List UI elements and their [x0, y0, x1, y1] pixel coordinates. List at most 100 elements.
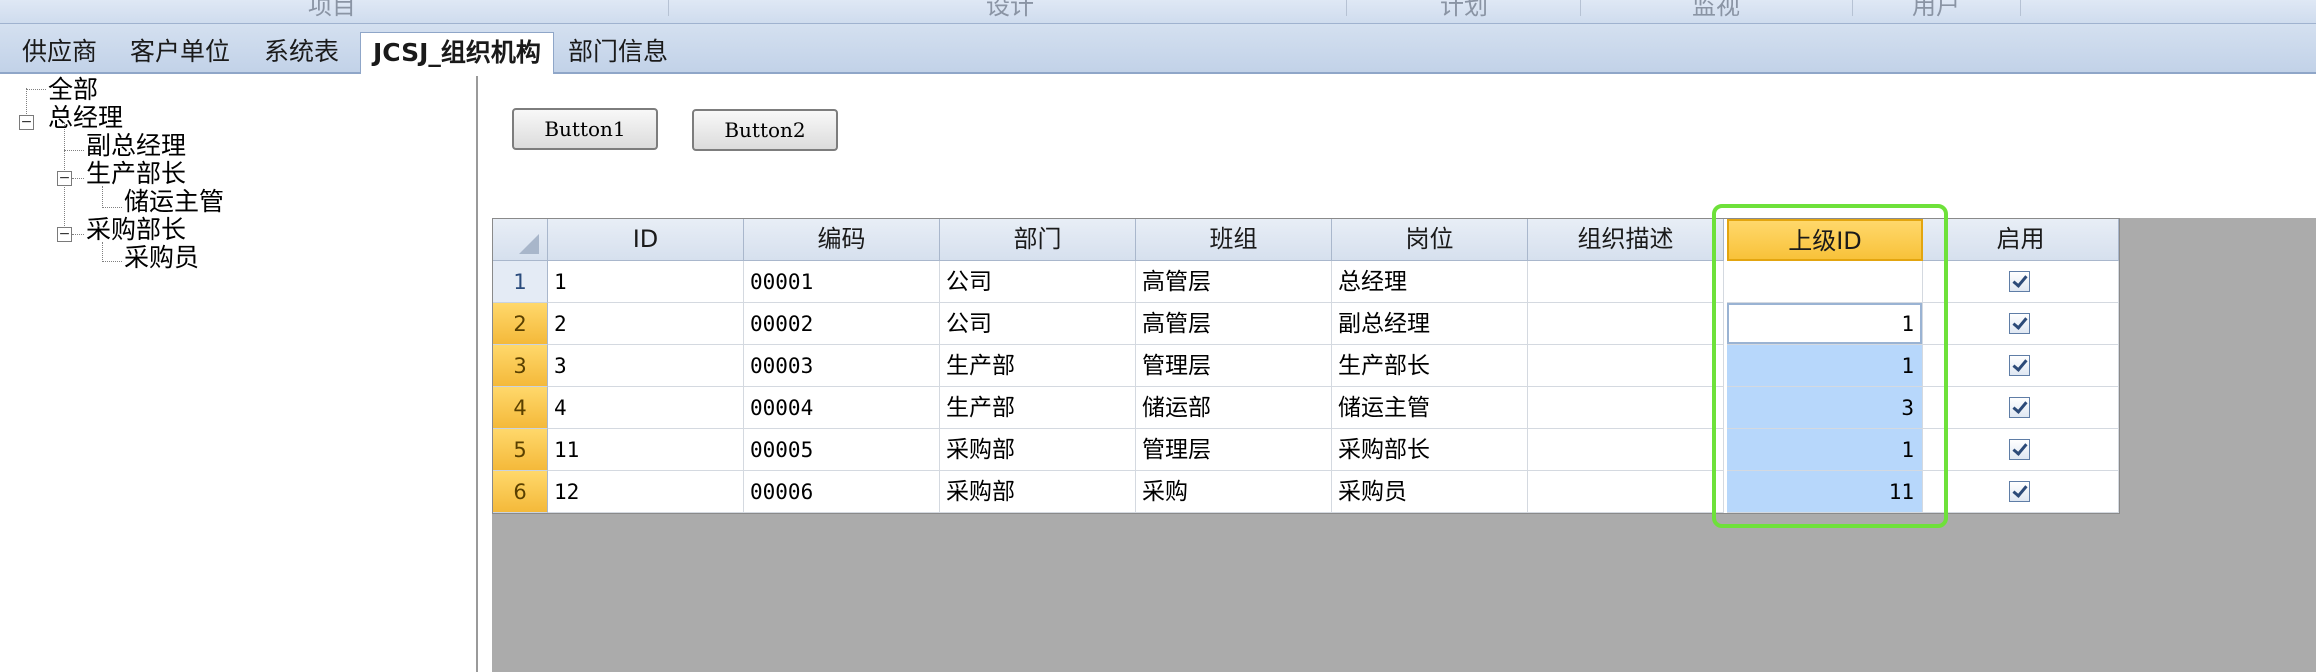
tree-node-all[interactable]: 全部: [48, 76, 98, 104]
tree-node-deputy-manager[interactable]: 副总经理: [86, 132, 186, 160]
cell-description[interactable]: [1528, 471, 1724, 513]
cell-code[interactable]: 00004: [744, 387, 940, 429]
cell-enabled: [1923, 303, 2119, 345]
tree-connector: [64, 150, 84, 151]
menu-item-user[interactable]: 用户: [1912, 0, 1960, 21]
column-header-code[interactable]: 编码: [744, 219, 940, 261]
tree-collapse-icon[interactable]: −: [57, 227, 72, 242]
cell-id[interactable]: 11: [548, 429, 744, 471]
cell-code[interactable]: 00002: [744, 303, 940, 345]
cell-department[interactable]: 采购部: [940, 471, 1136, 513]
column-header-id[interactable]: ID: [548, 219, 744, 261]
enabled-checkbox[interactable]: [2009, 439, 2030, 460]
cell-team[interactable]: 采购: [1136, 471, 1332, 513]
cell-post[interactable]: 储运主管: [1332, 387, 1528, 429]
cell-department[interactable]: 公司: [940, 261, 1136, 303]
menu-item-design[interactable]: 设计: [986, 0, 1034, 21]
button2[interactable]: Button2: [692, 109, 838, 151]
cell-description[interactable]: [1528, 345, 1724, 387]
tree-connector: [102, 186, 103, 208]
menu-separator: [1852, 0, 1853, 16]
column-header-post[interactable]: 岗位: [1332, 219, 1528, 261]
cell-post[interactable]: 生产部长: [1332, 345, 1528, 387]
cell-post[interactable]: 采购部长: [1332, 429, 1528, 471]
tab-org-structure[interactable]: JCSJ_组织机构: [360, 32, 554, 74]
tree-connector: [102, 261, 122, 262]
tree-node-general-manager[interactable]: 总经理: [48, 104, 123, 132]
cell-team[interactable]: 储运部: [1136, 387, 1332, 429]
column-header-description[interactable]: 组织描述: [1528, 219, 1724, 261]
cell-team[interactable]: 管理层: [1136, 345, 1332, 387]
tree-collapse-icon[interactable]: −: [57, 171, 72, 186]
row-header[interactable]: 3: [493, 345, 548, 387]
enabled-checkbox[interactable]: [2009, 271, 2030, 292]
cell-team[interactable]: 高管层: [1136, 261, 1332, 303]
menu-separator: [1346, 0, 1347, 16]
cell-department[interactable]: 采购部: [940, 429, 1136, 471]
cell-code[interactable]: 00001: [744, 261, 940, 303]
cell-enabled: [1923, 261, 2119, 303]
tree-collapse-icon[interactable]: −: [19, 115, 34, 130]
cell-enabled: [1923, 387, 2119, 429]
row-header[interactable]: 4: [493, 387, 548, 429]
menu-item-plan[interactable]: 计划: [1440, 0, 1488, 21]
tab-customer[interactable]: 客户单位: [118, 32, 242, 74]
cell-id[interactable]: 3: [548, 345, 744, 387]
row-header[interactable]: 2: [493, 303, 548, 345]
menu-separator: [1580, 0, 1581, 16]
cell-id[interactable]: 2: [548, 303, 744, 345]
tree-node-purchasing-head[interactable]: 采购部长: [86, 216, 186, 244]
cell-team[interactable]: 管理层: [1136, 429, 1332, 471]
cell-post[interactable]: 采购员: [1332, 471, 1528, 513]
cell-id[interactable]: 12: [548, 471, 744, 513]
cell-post[interactable]: 副总经理: [1332, 303, 1528, 345]
tree-connector: [26, 89, 46, 90]
column-header-team[interactable]: 班组: [1136, 219, 1332, 261]
tab-bar: 供应商 客户单位 系统表 JCSJ_组织机构 部门信息: [0, 24, 2316, 74]
enabled-checkbox[interactable]: [2009, 355, 2030, 376]
button1[interactable]: Button1: [512, 108, 658, 150]
cell-id[interactable]: 1: [548, 261, 744, 303]
cell-id[interactable]: 4: [548, 387, 744, 429]
cell-enabled: [1923, 345, 2119, 387]
enabled-checkbox[interactable]: [2009, 397, 2030, 418]
tree-node-purchaser[interactable]: 采购员: [124, 244, 199, 272]
cell-enabled: [1923, 471, 2119, 513]
corner-triangle-icon: [519, 234, 539, 254]
grid-select-all-corner[interactable]: [493, 219, 548, 261]
toolbar-area: Button1 Button2: [480, 76, 2316, 218]
cell-description[interactable]: [1528, 261, 1724, 303]
cell-description[interactable]: [1528, 387, 1724, 429]
enabled-checkbox[interactable]: [2009, 481, 2030, 502]
row-header[interactable]: 5: [493, 429, 548, 471]
cell-code[interactable]: 00003: [744, 345, 940, 387]
cell-code[interactable]: 00006: [744, 471, 940, 513]
row-header[interactable]: 1: [493, 261, 548, 303]
cell-enabled: [1923, 429, 2119, 471]
column-header-department[interactable]: 部门: [940, 219, 1136, 261]
org-tree-panel: − − − 全部 总经理 副总经理 生产部长 储运主管 采购部长 采购员: [0, 76, 478, 672]
cell-department[interactable]: 生产部: [940, 387, 1136, 429]
tab-system-table[interactable]: 系统表: [252, 32, 351, 74]
tree-node-logistics-supervisor[interactable]: 储运主管: [124, 188, 224, 216]
cell-department[interactable]: 公司: [940, 303, 1136, 345]
cell-description[interactable]: [1528, 429, 1724, 471]
cell-code[interactable]: 00005: [744, 429, 940, 471]
tab-supplier[interactable]: 供应商: [10, 32, 109, 74]
enabled-checkbox[interactable]: [2009, 313, 2030, 334]
row-header[interactable]: 6: [493, 471, 548, 513]
tab-department-info[interactable]: 部门信息: [556, 32, 680, 74]
cell-post[interactable]: 总经理: [1332, 261, 1528, 303]
cell-department[interactable]: 生产部: [940, 345, 1136, 387]
menu-separator: [2020, 0, 2021, 16]
cell-description[interactable]: [1528, 303, 1724, 345]
tree-connector: [102, 242, 103, 262]
cell-team[interactable]: 高管层: [1136, 303, 1332, 345]
menu-item-monitor[interactable]: 监视: [1692, 0, 1740, 21]
menu-item-project[interactable]: 项目: [308, 0, 356, 21]
tree-node-production-head[interactable]: 生产部长: [86, 160, 186, 188]
highlight-box: [1712, 204, 1948, 528]
tree-connector: [72, 178, 84, 179]
column-header-enabled[interactable]: 启用: [1923, 219, 2119, 261]
tree-connector: [102, 207, 122, 208]
